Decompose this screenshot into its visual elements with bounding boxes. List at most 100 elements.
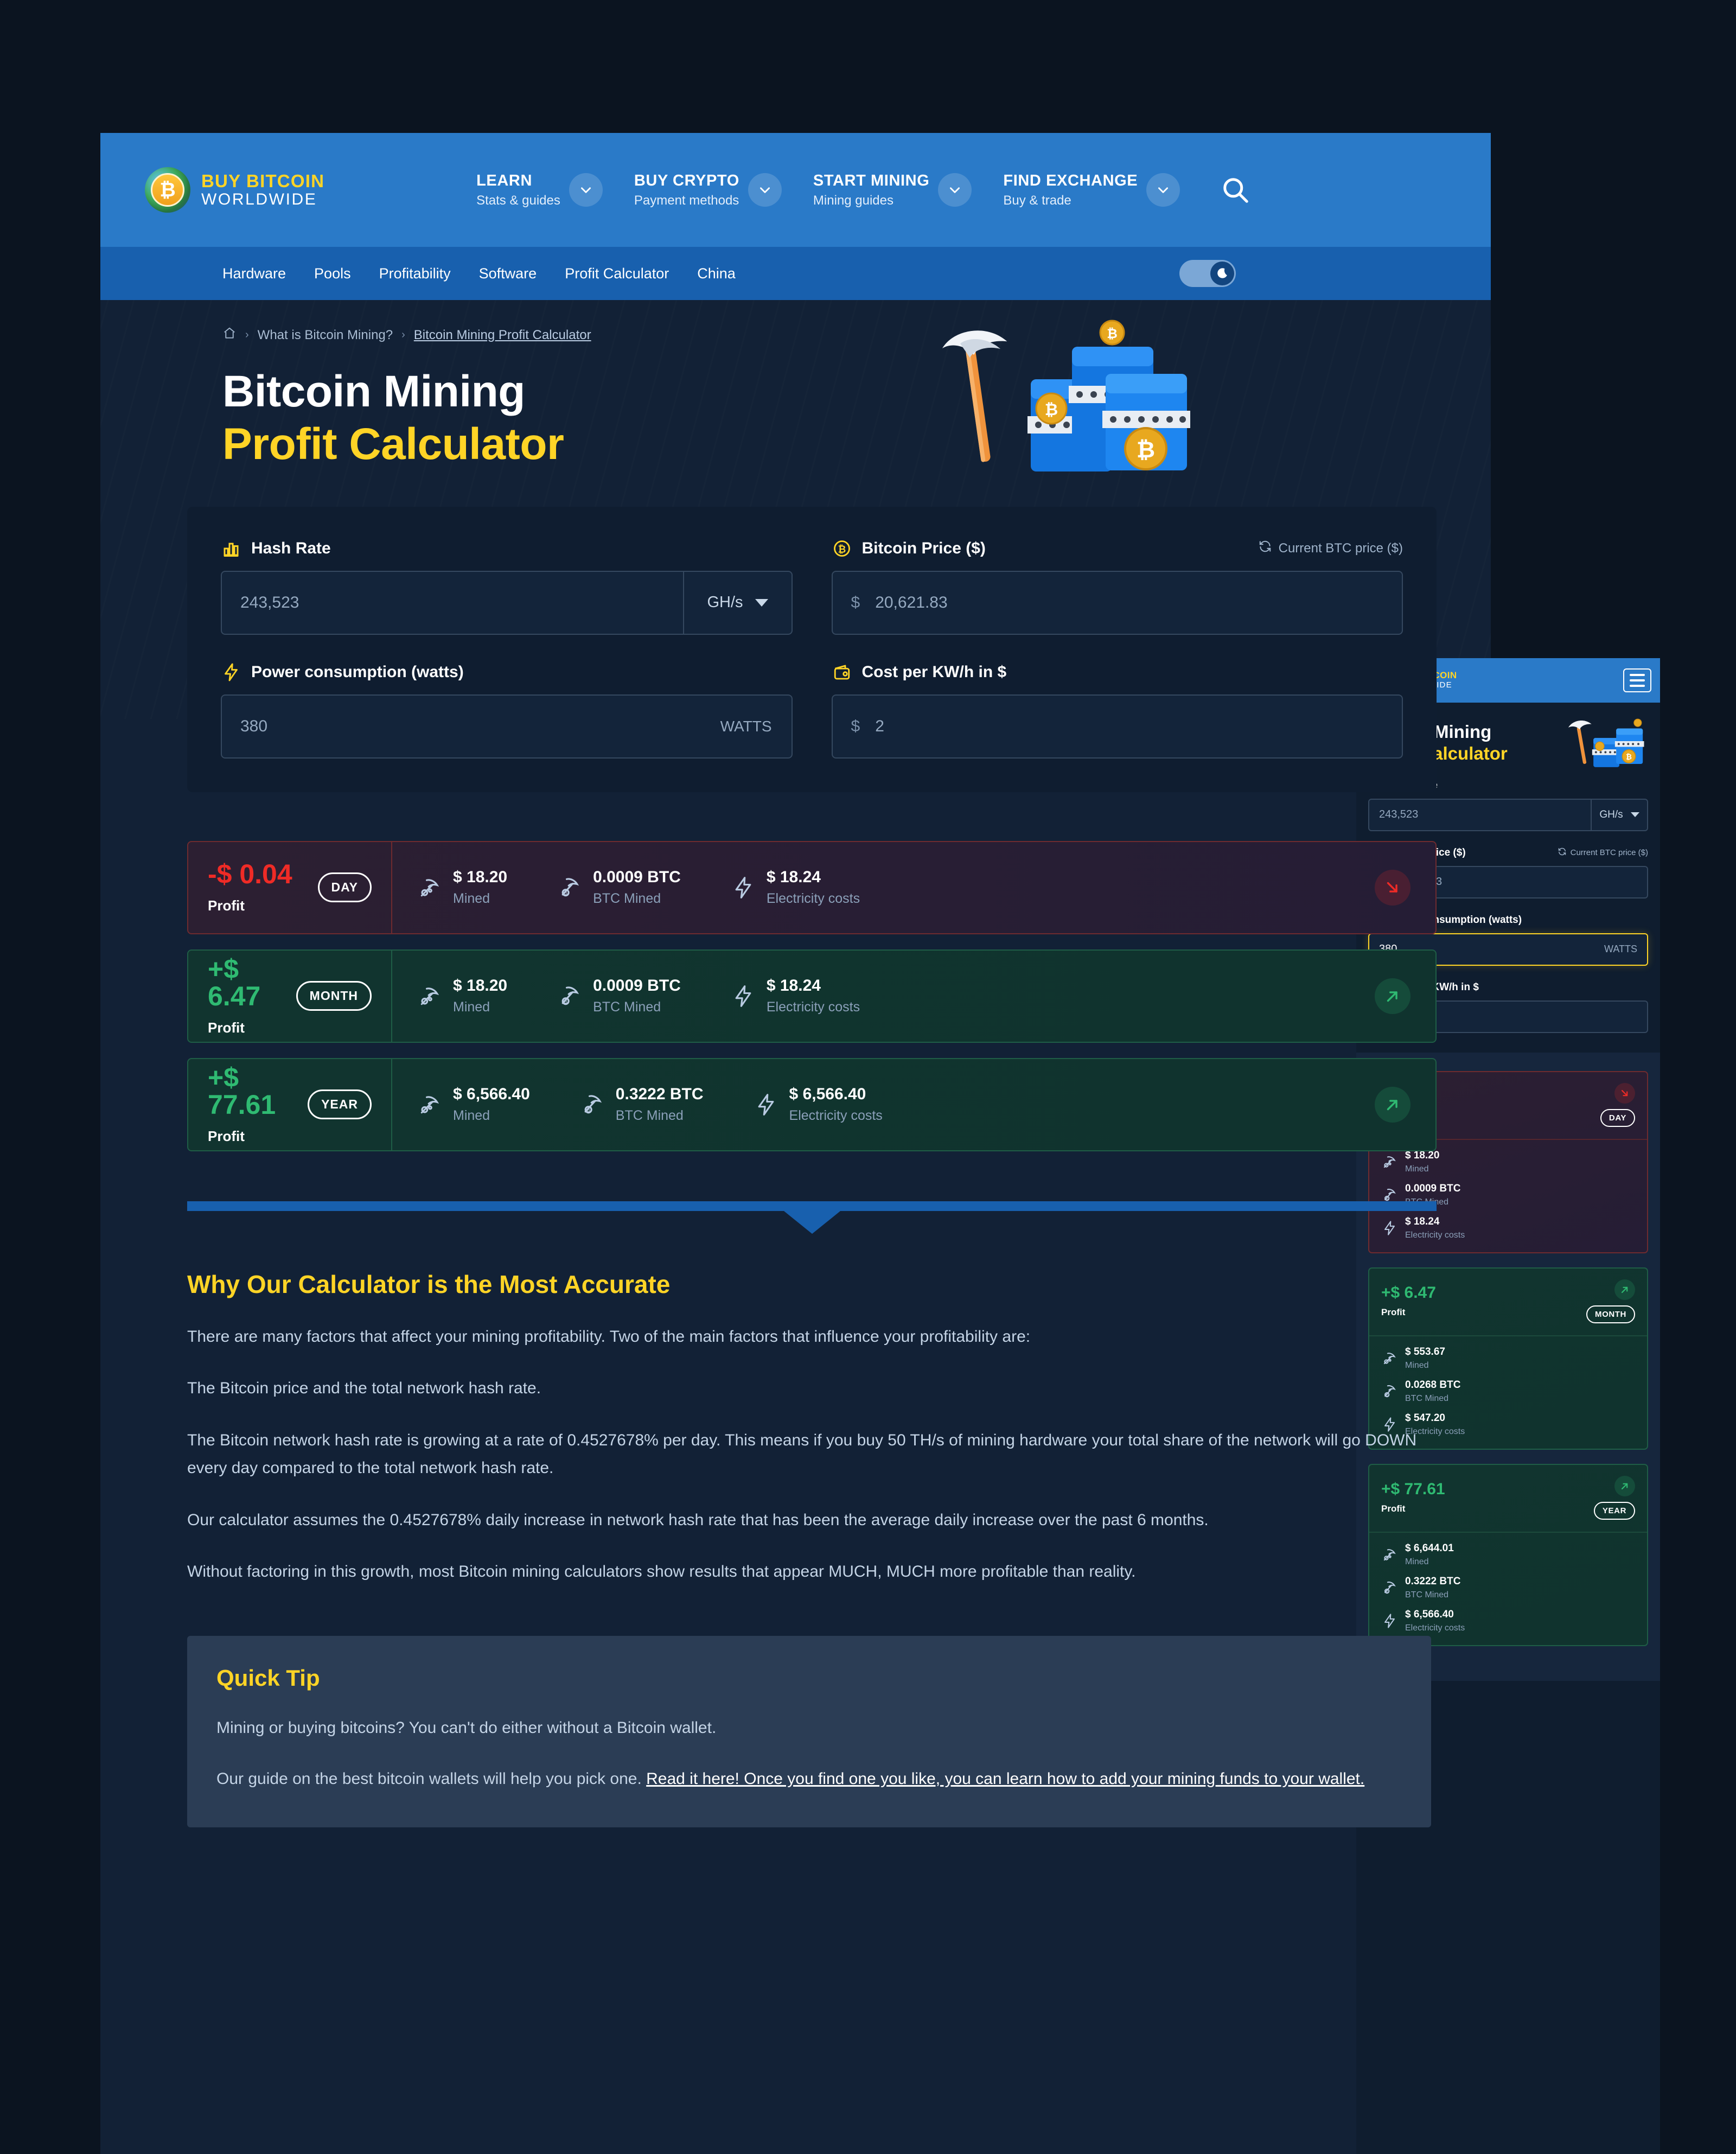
hash-rate-input-group[interactable]: 243,523 GH/s	[221, 570, 793, 635]
svg-text:₿: ₿	[1386, 1197, 1388, 1201]
nav-item-find-exchange[interactable]: FIND EXCHANGE Buy & trade	[1003, 172, 1180, 208]
cost-input[interactable]: 2	[875, 717, 884, 736]
calculator-card: Hash Rate 243,523 GH/s ₿ Bitcoin Price (…	[187, 506, 1437, 792]
metric-electricity: $ 6,566.40 Electricity costs	[754, 1085, 883, 1124]
bolt-icon	[731, 984, 756, 1009]
article-heading: Why Our Calculator is the Most Accurate	[187, 1270, 671, 1298]
bitcoin-price-input[interactable]: 20,621.83	[875, 594, 947, 612]
article-paragraph-1: There are many factors that affect your …	[187, 1327, 1031, 1346]
result-row-year: +$ 77.61 Profit YEAR $ 6,566.40 Mined ₿	[187, 1057, 1437, 1151]
desktop-viewport: BUY BITCOIN WORLDWIDE LEARN Stats & guid…	[100, 133, 1491, 2154]
logo-line-1: BUY BITCOIN	[201, 170, 325, 191]
nav-item-start-mining[interactable]: START MINING Mining guides	[813, 172, 972, 208]
arrow-up-right-icon	[1375, 1086, 1410, 1123]
subnav-item-hardware[interactable]: Hardware	[222, 265, 286, 282]
profit-amount: +$ 6.47	[208, 954, 261, 1011]
pickaxe-btc-icon: ₿	[557, 875, 582, 900]
power-input-group[interactable]: 380 WATTS	[221, 694, 793, 759]
quick-tip-box: Quick Tip Mining or buying bitcoins? You…	[187, 1636, 1431, 1828]
metric-label: Mined	[453, 1108, 490, 1123]
search-icon[interactable]	[1219, 174, 1252, 206]
breadcrumb: › What is Bitcoin Mining? › Bitcoin Mini…	[222, 326, 1491, 344]
pickaxe-btc-icon: ₿	[1381, 1187, 1397, 1203]
power-input[interactable]: 380	[222, 717, 267, 736]
mobile-hash-rate-input[interactable]: 243,523	[1369, 808, 1418, 821]
arrow-down-right-icon	[1375, 869, 1410, 906]
power-unit-label: WATTS	[720, 717, 772, 735]
breadcrumb-separator: ›	[401, 329, 405, 341]
nav-item-learn[interactable]: LEARN Stats & guides	[476, 172, 603, 208]
dark-mode-toggle[interactable]	[1179, 260, 1236, 287]
svg-text:₿: ₿	[838, 544, 846, 555]
site-logo[interactable]: BUY BITCOIN WORLDWIDE	[145, 167, 324, 213]
hamburger-menu-icon[interactable]	[1623, 668, 1651, 692]
chevron-down-icon[interactable]	[569, 173, 603, 207]
nav-item-subtitle: Mining guides	[813, 193, 893, 208]
chevron-down-icon[interactable]	[938, 173, 972, 207]
metric-label: Electricity costs	[789, 1108, 883, 1123]
hash-rate-unit-select[interactable]: GH/s	[682, 571, 792, 634]
quick-tip-link[interactable]: Read it here! Once you find one you like…	[646, 1770, 1364, 1788]
period-badge-day: DAY	[317, 872, 372, 902]
metric-value: $ 18.24	[766, 977, 821, 995]
cost-input-group[interactable]: $ 2	[831, 694, 1403, 759]
arrow-down-right-icon	[1614, 1082, 1635, 1104]
arrow-up-right-icon	[1614, 1279, 1635, 1300]
chevron-down-icon	[755, 598, 768, 607]
quick-tip-paragraph-2: Our guide on the best bitcoin wallets wi…	[216, 1765, 1402, 1793]
nav-item-subtitle: Stats & guides	[476, 193, 560, 208]
hash-rate-input[interactable]: 243,523	[222, 594, 299, 612]
top-navigation-bar: BUY BITCOIN WORLDWIDE LEARN Stats & guid…	[100, 133, 1491, 247]
bitcoin-price-input-group[interactable]: $ 20,621.83	[831, 570, 1403, 635]
moon-icon	[1217, 268, 1227, 278]
metric-value: 0.3222 BTC	[615, 1085, 704, 1103]
mobile-power-unit-label: WATTS	[1604, 944, 1637, 954]
secondary-navigation-bar: Hardware Pools Profitability Software Pr…	[100, 247, 1491, 300]
metric-value: 0.0009 BTC	[593, 977, 681, 995]
current-btc-price-label: Current BTC price ($)	[1278, 540, 1403, 556]
mobile-current-btc-price-button[interactable]: Current BTC price ($)	[1558, 847, 1648, 858]
metric-value: $ 6,566.40	[789, 1085, 866, 1103]
subnav-item-profitability[interactable]: Profitability	[379, 265, 451, 282]
article-paragraph-4: Our calculator assumes the 0.4527678% da…	[187, 1511, 1209, 1529]
breadcrumb-current[interactable]: Bitcoin Mining Profit Calculator	[414, 328, 591, 343]
bolt-icon	[754, 1092, 778, 1117]
home-icon[interactable]	[222, 326, 237, 344]
breadcrumb-parent[interactable]: What is Bitcoin Mining?	[258, 328, 393, 343]
section-divider	[187, 1201, 1437, 1234]
chevron-down-icon[interactable]	[748, 173, 782, 207]
current-btc-price-button[interactable]: Current BTC price ($)	[1258, 539, 1403, 557]
pickaxe-icon	[1381, 1154, 1397, 1170]
article-paragraph-5: Without factoring in this growth, most B…	[187, 1563, 1136, 1581]
field-cost-per-kwh: Cost per KW/h in $ $ 2	[831, 662, 1403, 759]
period-badge-month: MONTH	[1586, 1305, 1635, 1323]
nav-item-buy-crypto[interactable]: BUY CRYPTO Payment methods	[634, 172, 782, 208]
quick-tip-heading: Quick Tip	[216, 1665, 320, 1691]
metric-label: Mined	[453, 891, 490, 906]
page-title: Bitcoin Mining Profit Calculator	[222, 366, 1491, 471]
subnav-item-profit-calculator[interactable]: Profit Calculator	[565, 265, 669, 282]
mobile-hash-rate-input-group[interactable]: 243,523 GH/s	[1368, 798, 1648, 831]
subnav-item-china[interactable]: China	[697, 265, 736, 282]
svg-text:₿: ₿	[564, 890, 567, 896]
subnav-item-pools[interactable]: Pools	[314, 265, 351, 282]
metric-value: 0.0009 BTC	[593, 868, 681, 886]
field-label-bitcoin-price: Bitcoin Price ($)	[861, 539, 986, 557]
subnav-item-software[interactable]: Software	[479, 265, 537, 282]
refresh-icon	[1558, 847, 1567, 858]
metric-value: $ 6,566.40	[453, 1085, 530, 1103]
mobile-hash-rate-unit-select[interactable]: GH/s	[1591, 799, 1647, 830]
page-title-line-1: Bitcoin Mining	[222, 367, 525, 416]
svg-text:₿: ₿	[1626, 753, 1632, 761]
result-row-day: -$ 0.04 Profit DAY $ 18.20 Mined ₿ 0.000…	[187, 840, 1437, 934]
mobile-current-btc-price-label: Current BTC price ($)	[1570, 848, 1648, 857]
pickaxe-icon	[417, 875, 442, 900]
bitcoin-circle-icon: ₿	[832, 538, 852, 559]
period-badge-month: MONTH	[296, 981, 372, 1011]
profit-amount: -$ 0.04	[208, 859, 292, 889]
field-bitcoin-price: ₿ Bitcoin Price ($) Current BTC price ($…	[831, 538, 1403, 635]
period-badge-year: YEAR	[308, 1089, 372, 1119]
mobile-hash-rate-unit-value: GH/s	[1599, 808, 1623, 820]
chevron-down-icon[interactable]	[1146, 173, 1180, 207]
svg-text:₿: ₿	[564, 999, 567, 1004]
